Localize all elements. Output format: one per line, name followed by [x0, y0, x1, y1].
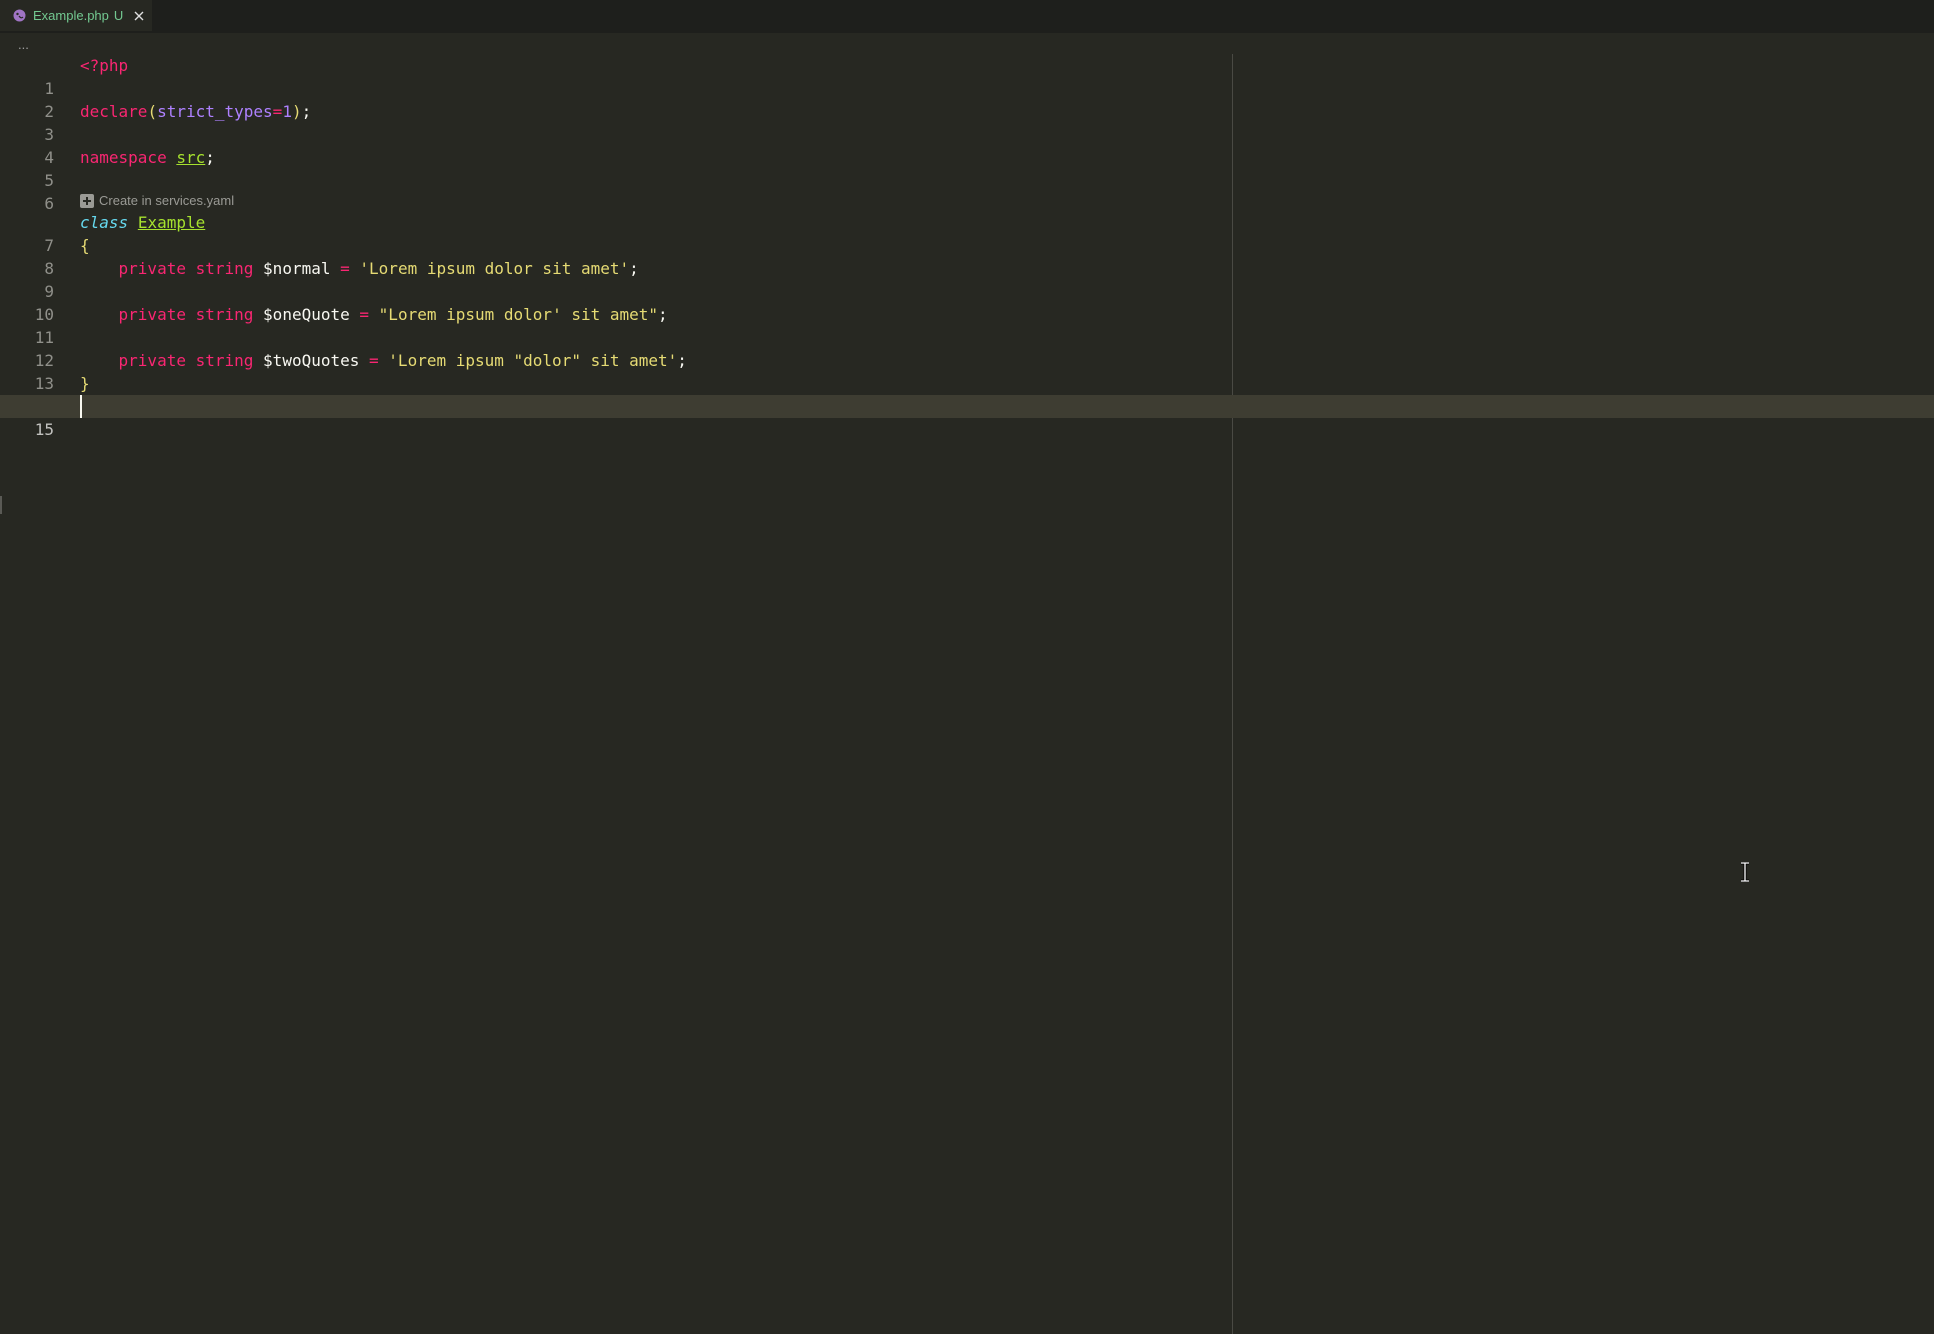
number-literal: 1: [282, 102, 292, 121]
code-editor[interactable]: 1 <?php 2 3 declare(strict_types=1); 4 5…: [0, 54, 1934, 1334]
semicolon: ;: [677, 351, 687, 370]
codelens-label: Create in services.yaml: [99, 193, 235, 208]
php-elephant-icon: [12, 9, 26, 23]
tab-label: Example.php: [33, 8, 109, 23]
code-line: 12: [0, 326, 1934, 370]
semicolon: ;: [629, 259, 639, 278]
operator: =: [340, 259, 350, 278]
operator: =: [272, 102, 283, 121]
php-open-tag: <?php: [80, 56, 129, 75]
tab-example-php[interactable]: Example.php U: [0, 0, 152, 31]
type-keyword: string: [195, 259, 254, 278]
codelens-create-service[interactable]: Create in services.yaml: [80, 191, 234, 211]
code-line: 5 namespace src;: [0, 146, 1934, 190]
close-brace: }: [80, 374, 90, 393]
type-keyword: string: [195, 305, 254, 324]
tab-bar: Example.php U: [0, 0, 1934, 33]
semicolon: ;: [205, 148, 215, 167]
code-line: 2: [0, 77, 1934, 121]
current-line: 15: [0, 395, 1934, 439]
code-line: 4: [0, 123, 1934, 167]
directive-name: strict_types: [157, 102, 273, 121]
namespace-keyword: namespace: [80, 148, 167, 167]
code-line: 1 <?php: [0, 54, 1934, 98]
text-caret: [80, 395, 82, 418]
operator: =: [359, 305, 370, 324]
open-brace: {: [80, 236, 90, 255]
code-line: 3 declare(strict_types=1);: [0, 100, 1934, 144]
line-number: 15: [34, 420, 54, 439]
class-name: Example: [137, 213, 206, 232]
code-line: 10: [0, 280, 1934, 324]
string-literal: 'Lorem ipsum "dolor" sit amet': [388, 351, 678, 370]
code-line: 7 class Example: [0, 211, 1934, 255]
text-cursor-icon: [1741, 862, 1749, 882]
code-line: 6: [0, 169, 1934, 213]
declare-keyword: declare: [80, 102, 148, 121]
git-status-badge: U: [113, 8, 124, 23]
breadcrumb[interactable]: ...: [18, 34, 29, 56]
type-keyword: string: [195, 351, 254, 370]
semicolon: ;: [658, 305, 668, 324]
semicolon: ;: [301, 102, 312, 121]
property-name: $oneQuote: [263, 305, 350, 324]
code-line: 9 private string $normal = 'Lorem ipsum …: [0, 257, 1934, 301]
close-icon[interactable]: [131, 8, 147, 24]
private-keyword: private: [118, 305, 186, 324]
private-keyword: private: [118, 351, 186, 370]
namespace-name: src: [176, 148, 206, 167]
property-name: $normal: [263, 259, 331, 278]
property-name: $twoQuotes: [263, 351, 360, 370]
string-literal: 'Lorem ipsum dolor sit amet': [359, 259, 630, 278]
code-line: 14 }: [0, 372, 1934, 416]
code-line: 8 {: [0, 234, 1934, 278]
code-line: 11 private string $oneQuote = "Lorem ips…: [0, 303, 1934, 347]
private-keyword: private: [118, 259, 186, 278]
operator: =: [369, 351, 379, 370]
code-line: 13 private string $twoQuotes = 'Lorem ip…: [0, 349, 1934, 393]
string-literal: "Lorem ipsum dolor' sit amet": [378, 305, 659, 324]
class-keyword: class: [80, 213, 129, 232]
plus-icon: [80, 194, 94, 208]
